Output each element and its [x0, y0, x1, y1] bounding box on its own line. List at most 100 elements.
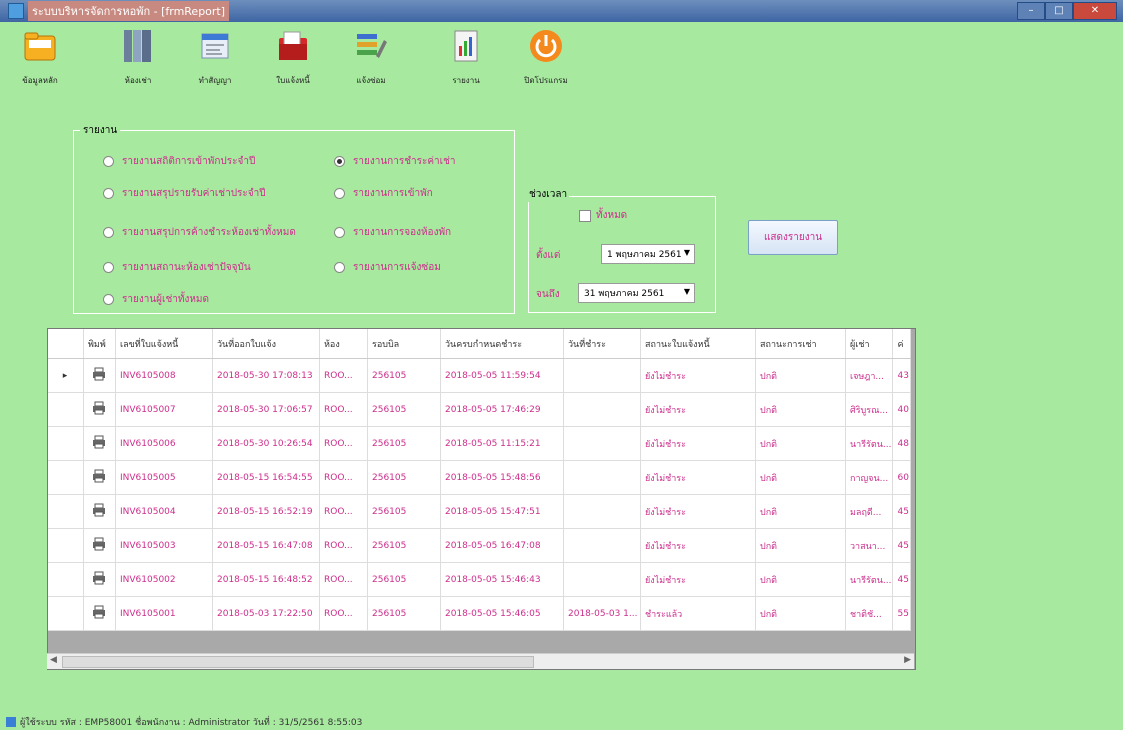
power-icon	[529, 28, 563, 64]
radio-annual-stay-stats[interactable]: รายงานสถิติการเข้าพักประจำปี	[103, 154, 255, 169]
table-cell: 256105	[367, 562, 441, 597]
print-cell[interactable]	[83, 392, 116, 427]
horizontal-scrollbar[interactable]: ◀ ▶	[47, 653, 914, 669]
toolbar-exit[interactable]: ปิดโปรแกรม	[506, 28, 586, 87]
table-cell: 45	[892, 494, 911, 529]
table-cell: ยังไม่ชำระ	[640, 494, 756, 529]
toolbar-contract[interactable]: ทำสัญญา	[175, 28, 255, 87]
toolbar-master-data[interactable]: ข้อมูลหลัก	[0, 28, 80, 87]
printer-icon[interactable]	[92, 571, 106, 588]
invoice-folder-icon	[276, 28, 310, 64]
printer-icon[interactable]	[92, 469, 106, 486]
app-icon	[8, 3, 24, 19]
print-cell[interactable]	[83, 494, 116, 529]
table-cell: INV6105004	[115, 494, 213, 529]
table-cell: 2018-05-05 17:46:29	[440, 392, 564, 427]
printer-icon[interactable]	[92, 435, 106, 452]
radio-all-tenants[interactable]: รายงานผู้เช่าทั้งหมด	[103, 292, 209, 307]
from-date-label: ตั้งแต่	[536, 250, 561, 261]
table-cell: มลฤดี...	[845, 494, 894, 529]
table-cell: 2018-05-05 15:48:56	[440, 460, 564, 495]
table-cell: 2018-05-05 11:59:54	[440, 358, 564, 393]
radio-repair[interactable]: รายงานการแจ้งซ่อม	[334, 260, 441, 275]
row-selector[interactable]	[48, 528, 84, 563]
table-cell: 256105	[367, 494, 441, 529]
chevron-down-icon: ▼	[683, 287, 690, 296]
print-cell[interactable]	[83, 460, 116, 495]
invoice-grid: พิมพ์ เลขที่ใบแจ้งหนี้ วันที่ออกใบแจ้ง ห…	[47, 328, 916, 670]
print-cell[interactable]	[83, 562, 116, 597]
table-cell: ROO...	[319, 528, 368, 563]
printer-icon[interactable]	[92, 605, 106, 622]
row-selector[interactable]	[48, 494, 84, 529]
column-header: ผู้เช่า	[845, 329, 894, 359]
printer-icon[interactable]	[92, 503, 106, 520]
table-cell: 2018-05-05 11:15:21	[440, 426, 564, 461]
all-dates-checkbox[interactable]: ทั้งหมด	[579, 208, 627, 223]
table-row[interactable]: INV6105002 2018-05-15 16:48:52 ROO... 25610…	[48, 562, 911, 597]
row-selector[interactable]	[48, 460, 84, 495]
table-cell: 2018-05-30 17:08:13	[212, 358, 320, 393]
table-cell: 43	[892, 358, 911, 393]
printer-icon[interactable]	[92, 401, 106, 418]
table-cell: ยังไม่ชำระ	[640, 562, 756, 597]
scroll-thumb[interactable]	[62, 656, 534, 668]
table-row[interactable]: INV6105003 2018-05-15 16:47:08 ROO... 25610…	[48, 528, 911, 563]
row-selector[interactable]	[48, 426, 84, 461]
radio-label: รายงานสถิติการเข้าพักประจำปี	[122, 156, 256, 167]
print-cell[interactable]	[83, 528, 116, 563]
row-selector[interactable]	[48, 596, 84, 631]
radio-rent-payment[interactable]: รายงานการชำระค่าเช่า	[334, 154, 456, 169]
maximize-button[interactable]: □	[1045, 2, 1073, 20]
from-date-picker[interactable]: 1 พฤษภาคม 2561 ▼	[601, 244, 695, 264]
table-cell: ปกติ	[755, 528, 846, 563]
radio-current-room-status[interactable]: รายงานสถานะห้องเช่าปัจจุบัน	[103, 260, 251, 275]
table-row[interactable]: INV6105001 2018-05-03 17:22:50 ROO... 25610…	[48, 596, 911, 631]
to-date-value: 31 พฤษภาคม 2561	[584, 289, 665, 299]
table-row[interactable]: INV6105005 2018-05-15 16:54:55 ROO... 25610…	[48, 460, 911, 495]
table-cell: ปกติ	[755, 460, 846, 495]
show-report-button[interactable]: แสดงรายงาน	[748, 220, 838, 255]
to-date-picker[interactable]: 31 พฤษภาคม 2561 ▼	[578, 283, 695, 303]
table-cell: ยังไม่ชำระ	[640, 528, 756, 563]
toolbar-report[interactable]: รายงาน	[426, 28, 506, 87]
printer-icon[interactable]	[92, 367, 106, 384]
table-cell: 2018-05-15 16:54:55	[212, 460, 320, 495]
print-cell[interactable]	[83, 426, 116, 461]
toolbar-invoice[interactable]: ใบแจ้งหนี้	[253, 28, 333, 87]
main-toolbar: ข้อมูลหลัก ห้องเช่า ทำสัญญา ใบแจ้งหนี้ แ…	[0, 22, 1123, 100]
table-cell: นารีรัตน...	[845, 562, 894, 597]
printer-icon[interactable]	[92, 537, 106, 554]
row-selector[interactable]	[48, 562, 84, 597]
radio-label: รายงานการชำระค่าเช่า	[353, 156, 456, 167]
radio-label: รายงานการจองห้องพัก	[353, 227, 452, 238]
row-selector[interactable]	[48, 392, 84, 427]
print-cell[interactable]	[83, 358, 116, 393]
table-row[interactable]: INV6105004 2018-05-15 16:52:19 ROO... 25610…	[48, 494, 911, 529]
radio-booking[interactable]: รายงานการจองห้องพัก	[334, 225, 451, 240]
radio-check-in[interactable]: รายงานการเข้าพัก	[334, 186, 433, 201]
table-cell: กาญจน...	[845, 460, 894, 495]
table-cell: 2018-05-05 15:47:51	[440, 494, 564, 529]
scroll-left-icon[interactable]: ◀	[50, 655, 57, 665]
table-cell: ปกติ	[755, 392, 846, 427]
radio-annual-income-summary[interactable]: รายงานสรุปรายรับค่าเช่าประจำปี	[103, 186, 266, 201]
toolbar-repair[interactable]: แจ้งซ่อม	[331, 28, 411, 87]
table-cell: ปกติ	[755, 494, 846, 529]
table-row[interactable]: ▸ INV6105008 2018-05-30 17:08:13 ROO... 2561…	[48, 358, 911, 393]
table-row[interactable]: INV6105007 2018-05-30 17:06:57 ROO... 25610…	[48, 392, 911, 427]
report-group-label: รายงาน	[80, 123, 121, 138]
toolbar-label: ใบแจ้งหนี้	[276, 76, 310, 85]
radio-label: รายงานสรุปการค้างชำระห้องเช่าทั้งหมด	[122, 227, 296, 238]
scroll-right-icon[interactable]: ▶	[904, 655, 911, 665]
row-selector[interactable]: ▸	[48, 358, 84, 393]
toolbar-rooms[interactable]: ห้องเช่า	[98, 28, 178, 87]
table-row[interactable]: INV6105006 2018-05-30 10:26:54 ROO... 25610…	[48, 426, 911, 461]
minimize-button[interactable]: –	[1017, 2, 1045, 20]
table-cell: INV6105001	[115, 596, 213, 631]
print-cell[interactable]	[83, 596, 116, 631]
radio-outstanding-summary[interactable]: รายงานสรุปการค้างชำระห้องเช่าทั้งหมด	[103, 225, 296, 240]
close-button[interactable]: ✕	[1073, 2, 1117, 20]
radio-label: รายงานสถานะห้องเช่าปัจจุบัน	[122, 262, 251, 273]
table-cell: ปกติ	[755, 358, 846, 393]
